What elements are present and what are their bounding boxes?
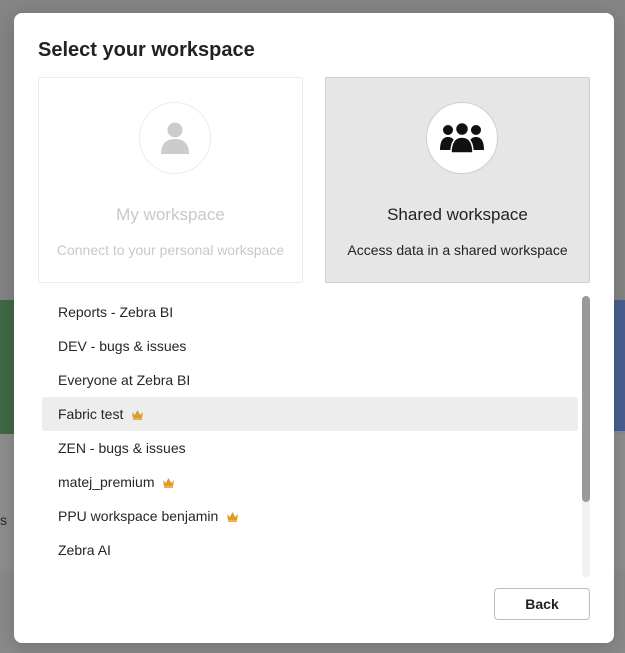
crown-icon [226,511,239,522]
workspace-item[interactable]: DEV - bugs & issues [42,329,578,363]
dialog-title: Select your workspace [38,39,255,61]
my-workspace-avatar [139,102,211,174]
shared-workspace-description: Access data in a shared workspace [347,242,568,258]
my-workspace-description: Connect to your personal workspace [56,242,285,258]
workspace-name: DEV - bugs & issues [58,338,187,354]
background-text: s [0,512,7,528]
workspace-list[interactable]: Reports - Zebra BI DEV - bugs & issues E… [42,295,578,577]
group-icon [440,122,484,154]
workspace-dialog: Select your workspace My workspace Conne… [14,13,614,643]
workspace-item[interactable]: ZEN - bugs & issues [42,431,578,465]
workspace-name: matej_premium [58,474,155,490]
scrollbar-thumb[interactable] [582,296,590,502]
my-workspace-title: My workspace [116,205,225,224]
shared-workspace-title: Shared workspace [387,205,528,224]
crown-icon [131,409,144,420]
workspace-item[interactable]: PPU workspace benjamin [42,499,578,533]
workspace-name: PPU workspace benjamin [58,508,219,524]
my-workspace-card[interactable]: My workspace Connect to your personal wo… [38,77,303,283]
workspace-name: Zebra AI [58,542,111,558]
crown-icon [162,477,175,488]
shared-workspace-avatar [426,102,498,174]
workspace-name: Fabric test [58,406,124,422]
person-icon [161,122,189,154]
workspace-item[interactable]: Zebra AI [42,533,578,567]
workspace-item[interactable]: matej_premium [42,465,578,499]
shared-workspace-card[interactable]: Shared workspace Access data in a shared… [325,77,590,283]
workspace-item[interactable]: Everyone at Zebra BI [42,363,578,397]
background-green-strip [0,300,14,434]
back-button[interactable]: Back [494,588,590,620]
workspace-list-scrollbar[interactable] [582,296,590,577]
workspace-item[interactable]: Reports - Zebra BI [42,295,578,329]
workspace-name: Everyone at Zebra BI [58,372,191,388]
workspace-name: Reports - Zebra BI [58,304,174,320]
workspace-name: ZEN - bugs & issues [58,440,186,456]
workspace-item[interactable]: Fabric test [42,397,578,431]
